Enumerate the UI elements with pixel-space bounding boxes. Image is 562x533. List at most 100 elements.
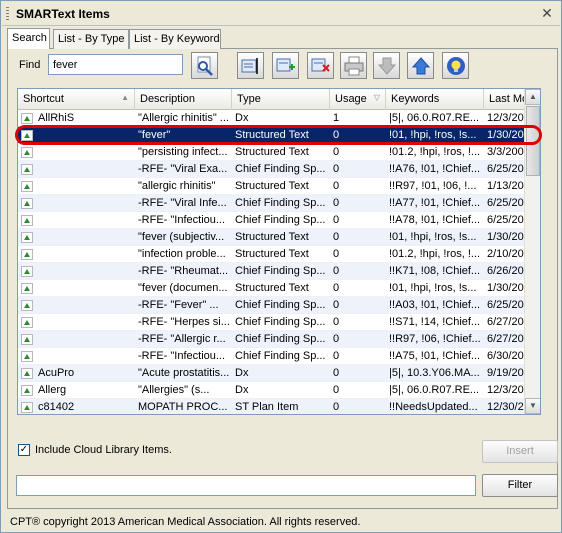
cell-description: "Acute prostatitis... (138, 367, 230, 379)
expand-arrow-icon[interactable] (21, 300, 33, 311)
copyright-footer: CPT® copyright 2013 American Medical Ass… (10, 516, 361, 528)
add-item-icon (276, 58, 295, 72)
column-header-shortcut[interactable]: Shortcut ▲ (18, 89, 135, 110)
column-header-type[interactable]: Type (232, 89, 330, 110)
cell-usage: 0 (333, 401, 340, 413)
cell-usage: 0 (333, 129, 340, 141)
cell-usage: 0 (333, 163, 340, 175)
table-row[interactable]: "fever (subjectiv... Structured Text 0 !01,… (18, 229, 540, 246)
cell-type: Structured Text (235, 180, 309, 192)
expand-arrow-icon[interactable] (21, 283, 33, 294)
cell-description: "Allergic rhinitis" ... (138, 112, 229, 124)
expand-arrow-icon[interactable] (21, 317, 33, 328)
expand-arrow-icon[interactable] (21, 181, 33, 192)
cell-keywords: !!K71, !08, !Chief... (389, 265, 481, 277)
delete-item-icon (311, 58, 330, 72)
cell-description: -RFE- "Herpes si... (138, 316, 230, 328)
table-row[interactable]: -RFE- "Viral Infe... Chief Finding Sp... 0… (18, 195, 540, 212)
expand-arrow-icon[interactable] (21, 147, 33, 158)
cell-keywords: !01, !hpi, !ros, !s... (389, 231, 477, 243)
expand-arrow-icon[interactable] (21, 334, 33, 345)
print-button[interactable] (340, 52, 367, 79)
tip-button[interactable] (442, 52, 469, 79)
cell-keywords: !01, !hpi, !ros, !s... (389, 129, 477, 141)
cell-keywords: !01.2, !hpi, !ros, !... (389, 146, 481, 158)
filter-input[interactable] (16, 475, 476, 496)
cell-description: MOPATH PROC... (138, 401, 228, 413)
scroll-thumb[interactable] (526, 106, 540, 176)
table-row[interactable]: -RFE- "Infectiou... Chief Finding Sp... 0!… (18, 212, 540, 229)
column-header-description[interactable]: Description (135, 89, 232, 110)
table-row[interactable]: -RFE- "Fever" ... Chief Finding Sp... 0 !!A… (18, 297, 540, 314)
expand-arrow-icon[interactable] (21, 351, 33, 362)
expand-arrow-icon[interactable] (21, 215, 33, 226)
table-row[interactable]: AllRhiS "Allergic rhinitis" ... Dx 1 |5|, 06… (18, 110, 540, 127)
column-header-usage[interactable]: Usage ▽ (330, 89, 386, 110)
cloud-library-checkbox[interactable]: ✓ (18, 444, 30, 456)
table-row[interactable]: -RFE- "Infectiou... Chief Finding Sp... 0!… (18, 348, 540, 365)
expand-arrow-icon[interactable] (21, 402, 33, 413)
table-row[interactable]: c81402 MOPATH PROC... ST Plan Item 0 !!Needs… (18, 399, 540, 414)
cell-usage: 0 (333, 367, 340, 379)
cell-shortcut (35, 229, 135, 246)
table-row[interactable]: -RFE- "Allergic r... Chief Finding Sp... 0… (18, 331, 540, 348)
expand-arrow-icon[interactable] (21, 232, 33, 243)
rename-button[interactable] (237, 52, 264, 79)
cell-description: "allergic rhinitis" (138, 180, 216, 192)
cell-shortcut (35, 144, 135, 161)
grip-handle[interactable] (6, 7, 9, 21)
cell-shortcut (35, 331, 135, 348)
expand-arrow-icon[interactable] (21, 164, 33, 175)
table-row[interactable]: -RFE- "Viral Exa... Chief Finding Sp... 0!… (18, 161, 540, 178)
expand-arrow-icon[interactable] (21, 385, 33, 396)
cell-shortcut (35, 314, 135, 331)
table-row[interactable]: AcuPro "Acute prostatitis... Dx 0 |5|, 10.3.… (18, 365, 540, 382)
expand-arrow-icon[interactable] (21, 198, 33, 209)
expand-arrow-icon[interactable] (21, 266, 33, 277)
column-header-keywords[interactable]: Keywords (386, 89, 484, 110)
add-item-button[interactable] (272, 52, 299, 79)
close-icon[interactable]: ✕ (540, 5, 554, 21)
column-label: Description (140, 93, 196, 105)
tab-search[interactable]: Search (7, 28, 50, 49)
cell-type: Dx (235, 112, 249, 124)
cell-shortcut: c81402 (38, 401, 75, 413)
table-row[interactable]: -RFE- "Herpes si... Chief Finding Sp... 0!… (18, 314, 540, 331)
tab-list-by-type[interactable]: List - By Type (53, 29, 129, 49)
expand-arrow-icon[interactable] (21, 249, 33, 260)
column-label: Type (237, 93, 261, 105)
cell-keywords: !!A75, !01, !Chief... (389, 350, 481, 362)
expand-arrow-icon[interactable] (21, 113, 33, 124)
cell-shortcut (35, 348, 135, 365)
scroll-down-icon[interactable]: ▼ (525, 398, 540, 414)
cell-usage: 0 (333, 316, 340, 328)
table-row[interactable]: "persisting infect... Structured Text 0 !01… (18, 144, 540, 161)
cell-usage: 0 (333, 180, 340, 192)
find-input[interactable] (48, 54, 183, 75)
table-row-selected[interactable]: "fever" Structured Text 0 !01, !hpi, !ros, … (18, 127, 540, 144)
expand-arrow-icon[interactable] (21, 130, 33, 141)
expand-arrow-icon[interactable] (21, 368, 33, 379)
cell-shortcut: Allerg (38, 384, 67, 396)
filter-button[interactable]: Filter (482, 474, 558, 497)
vertical-scrollbar[interactable]: ▲ ▼ (524, 89, 540, 414)
delete-item-button[interactable] (307, 52, 334, 79)
search-icon (197, 56, 213, 76)
cell-shortcut (35, 195, 135, 212)
cell-description: -RFE- "Viral Exa... (138, 163, 228, 175)
cell-shortcut: AllRhiS (38, 112, 75, 124)
table-row[interactable]: Allerg "Allergies" (s... Dx 0 |5|, 06.0.R07.… (18, 382, 540, 399)
rename-icon (241, 58, 258, 74)
scroll-up-icon[interactable]: ▲ (525, 89, 540, 105)
cell-description: -RFE- "Infectiou... (138, 350, 226, 362)
table-row[interactable]: "infection proble... Structured Text 0 !01.… (18, 246, 540, 263)
search-button[interactable] (191, 52, 218, 79)
move-up-button[interactable] (407, 52, 434, 79)
table-row[interactable]: "fever (documen... Structured Text 0 !01, !… (18, 280, 540, 297)
insert-button[interactable]: Insert (482, 440, 558, 463)
table-row[interactable]: -RFE- "Rheumat... Chief Finding Sp... 0 !!K… (18, 263, 540, 280)
move-down-button[interactable] (373, 52, 400, 79)
table-row[interactable]: "allergic rhinitis" Structured Text 0 !!R97… (18, 178, 540, 195)
cell-type: Chief Finding Sp... (235, 299, 326, 311)
tab-list-by-keyword[interactable]: List - By Keyword (129, 29, 221, 49)
